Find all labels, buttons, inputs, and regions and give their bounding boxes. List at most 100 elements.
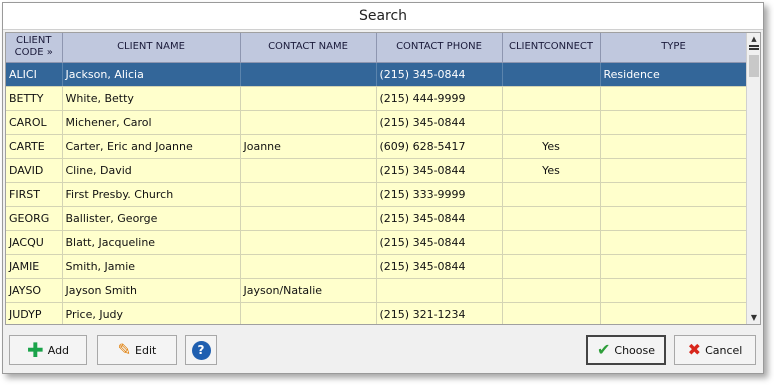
col-client-code-label: CLIENT CODE »: [14, 35, 53, 59]
cell-type: [600, 158, 748, 183]
table-row[interactable]: JACQU Blatt, Jacqueline (215) 345-0844: [6, 230, 748, 255]
cell-connect: [502, 182, 601, 207]
table-row[interactable]: JAYSO Jayson Smith Jayson/Natalie: [6, 278, 748, 303]
cell-name: Cline, David: [62, 158, 241, 183]
col-client-name[interactable]: CLIENT NAME: [62, 33, 241, 63]
client-grid: CLIENT CODE » CLIENT NAME CONTACT NAME C…: [5, 32, 761, 325]
cancel-button[interactable]: ✖ Cancel: [674, 335, 756, 365]
cell-name: Michener, Carol: [62, 110, 241, 135]
cell-code: JACQU: [6, 230, 63, 255]
checkmark-icon: ✔: [596, 340, 611, 359]
choose-button[interactable]: ✔ Choose: [586, 335, 666, 365]
cell-phone: (215) 321-1234: [376, 302, 503, 324]
cell-connect: [502, 302, 601, 324]
table-row[interactable]: ALICI Jackson, Alicia (215) 345-0844 Res…: [6, 62, 748, 87]
cell-phone: (215) 345-0844: [376, 158, 503, 183]
cell-code: JAYSO: [6, 278, 63, 303]
col-contact-name[interactable]: CONTACT NAME: [240, 33, 377, 63]
cell-phone: (215) 345-0844: [376, 62, 503, 87]
cell-name: Ballister, George: [62, 206, 241, 231]
col-type[interactable]: TYPE: [600, 33, 748, 63]
cell-code: JAMIE: [6, 254, 63, 279]
cell-phone: (215) 345-0844: [376, 230, 503, 255]
table-row[interactable]: JAMIE Smith, Jamie (215) 345-0844: [6, 254, 748, 279]
cell-contact: Joanne: [240, 134, 377, 159]
choose-button-label: Choose: [614, 343, 656, 357]
add-button-label: Add: [47, 343, 70, 357]
cell-contact: [240, 206, 377, 231]
plus-icon: ✚: [26, 338, 44, 362]
cell-type: [600, 302, 748, 324]
cell-contact: [240, 158, 377, 183]
cell-name: Jackson, Alicia: [62, 62, 241, 87]
cell-name: Carter, Eric and Joanne: [62, 134, 241, 159]
cell-connect: Yes: [502, 134, 601, 159]
cell-type: [600, 254, 748, 279]
cell-contact: [240, 230, 377, 255]
cell-code: FIRST: [6, 182, 63, 207]
cell-phone: (215) 333-9999: [376, 182, 503, 207]
cell-type: [600, 134, 748, 159]
dialog-title: Search: [3, 3, 763, 30]
cell-contact: [240, 254, 377, 279]
pencil-icon: ✎: [117, 340, 132, 359]
cell-name: Blatt, Jacqueline: [62, 230, 241, 255]
cell-type: [600, 86, 748, 111]
cell-connect: Yes: [502, 158, 601, 183]
scroll-thumb[interactable]: [749, 55, 759, 77]
cell-type: [600, 110, 748, 135]
cell-connect: [502, 254, 601, 279]
cell-phone: [376, 278, 503, 303]
cell-code: GEORG: [6, 206, 63, 231]
table-row[interactable]: FIRST First Presby. Church (215) 333-999…: [6, 182, 748, 207]
client-table: CLIENT CODE » CLIENT NAME CONTACT NAME C…: [6, 33, 748, 324]
cell-code: JUDYP: [6, 302, 63, 324]
header-row: CLIENT CODE » CLIENT NAME CONTACT NAME C…: [6, 33, 748, 63]
cell-contact: [240, 86, 377, 111]
cancel-button-label: Cancel: [705, 343, 743, 357]
table-row[interactable]: CARTE Carter, Eric and Joanne Joanne (60…: [6, 134, 748, 159]
cell-type: Residence: [600, 62, 748, 87]
cell-connect: [502, 278, 601, 303]
edit-button[interactable]: ✎ Edit: [97, 335, 177, 365]
cell-phone: (215) 345-0844: [376, 110, 503, 135]
col-client-code[interactable]: CLIENT CODE »: [6, 33, 63, 63]
help-icon: ?: [191, 340, 211, 360]
cell-connect: [502, 206, 601, 231]
cell-code: BETTY: [6, 86, 63, 111]
cell-contact: Jayson/Natalie: [240, 278, 377, 303]
cell-connect: [502, 62, 601, 87]
cell-contact: [240, 302, 377, 324]
cell-code: CAROL: [6, 110, 63, 135]
edit-button-label: Edit: [135, 343, 157, 357]
table-row[interactable]: CAROL Michener, Carol (215) 345-0844: [6, 110, 748, 135]
table-row[interactable]: JUDYP Price, Judy (215) 321-1234: [6, 302, 748, 324]
cell-phone: (215) 444-9999: [376, 86, 503, 111]
table-row[interactable]: DAVID Cline, David (215) 345-0844 Yes: [6, 158, 748, 183]
col-clientconnect[interactable]: CLIENTCONNECT: [502, 33, 601, 63]
cell-connect: [502, 86, 601, 111]
cell-code: CARTE: [6, 134, 63, 159]
cell-type: [600, 278, 748, 303]
cell-connect: [502, 230, 601, 255]
scroll-up-arrow-icon[interactable]: ▲: [747, 33, 760, 45]
cell-code: DAVID: [6, 158, 63, 183]
cell-name: White, Betty: [62, 86, 241, 111]
table-row[interactable]: BETTY White, Betty (215) 444-9999: [6, 86, 748, 111]
cell-connect: [502, 110, 601, 135]
help-button[interactable]: ?: [185, 335, 217, 365]
col-contact-phone[interactable]: CONTACT PHONE: [376, 33, 503, 63]
cell-code: ALICI: [6, 62, 63, 87]
cell-contact: [240, 110, 377, 135]
column-chooser-icon[interactable]: [749, 45, 759, 53]
table-row[interactable]: GEORG Ballister, George (215) 345-0844: [6, 206, 748, 231]
cell-contact: [240, 62, 377, 87]
cell-phone: (215) 345-0844: [376, 254, 503, 279]
vertical-scrollbar[interactable]: ▲ ▼: [746, 33, 760, 324]
cell-contact: [240, 182, 377, 207]
add-button[interactable]: ✚ Add: [9, 335, 87, 365]
cell-type: [600, 206, 748, 231]
scroll-down-arrow-icon[interactable]: ▼: [747, 312, 760, 324]
cell-name: Smith, Jamie: [62, 254, 241, 279]
cell-name: First Presby. Church: [62, 182, 241, 207]
